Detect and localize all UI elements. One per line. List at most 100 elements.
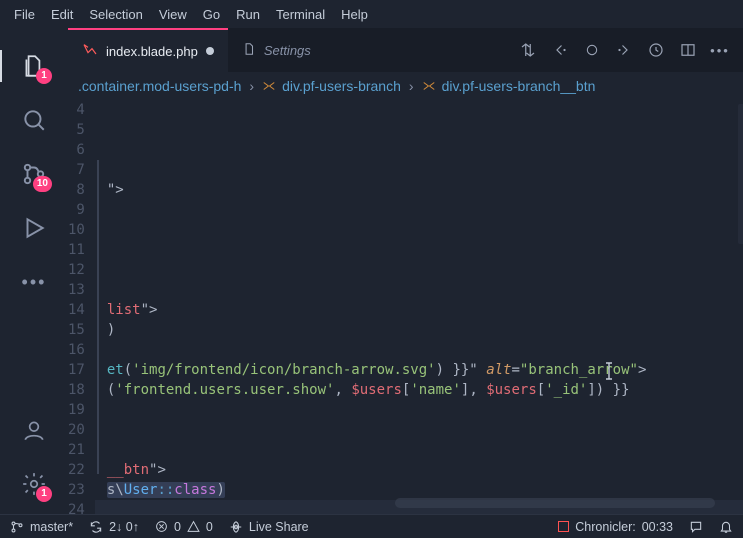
menu-file[interactable]: File [6,4,43,25]
code-line[interactable]: "> [95,180,743,200]
more-icon[interactable]: ••• [10,258,58,306]
line-number: 19 [68,400,85,420]
menu-run[interactable]: Run [228,4,268,25]
code-line[interactable] [95,200,743,220]
code-line[interactable]: ('frontend.users.user.show', $users['nam… [95,380,743,400]
line-number: 6 [68,140,85,160]
menu-terminal[interactable]: Terminal [268,4,333,25]
line-number: 22 [68,460,85,480]
sync-text: 2↓ 0↑ [109,520,139,534]
line-number: 4 [68,100,85,120]
crumb[interactable]: .container.mod-users-pd-h [78,78,241,94]
horizontal-scrollbar[interactable] [395,498,715,508]
tab-label: index.blade.php [106,44,198,59]
tab-bar: index.blade.php Settings ••• [68,28,743,72]
menu-help[interactable]: Help [333,4,376,25]
menu-go[interactable]: Go [195,4,228,25]
editor-actions: ••• [519,41,743,59]
minimap[interactable] [738,104,743,244]
code-line[interactable] [95,240,743,260]
code-line[interactable] [95,440,743,460]
chevron-right-icon: › [249,78,254,94]
indent-guide [97,160,99,474]
line-number: 18 [68,380,85,400]
account-icon[interactable] [10,406,58,454]
line-number: 10 [68,220,85,240]
tab-settings[interactable]: Settings [228,28,325,72]
sync-status[interactable]: 2↓ 0↑ [89,520,139,534]
git-branch[interactable]: master* [10,520,73,534]
breadcrumb[interactable]: .container.mod-users-pd-h › div.pf-users… [68,72,743,100]
circle-outline-icon[interactable] [583,41,601,59]
menu-bar: FileEditSelectionViewGoRunTerminalHelp [0,0,743,28]
code-line[interactable] [95,340,743,360]
record-icon [558,521,569,532]
dirty-indicator-icon [206,47,214,55]
code-line[interactable]: s\User::class) [95,480,743,500]
line-gutter: 4567891011121314151617181920212223242526… [68,100,95,514]
line-number: 14 [68,300,85,320]
crumb[interactable]: div.pf-users-branch__btn [442,78,596,94]
code-line[interactable] [95,400,743,420]
line-number: 23 [68,480,85,500]
feedback-icon[interactable] [689,520,703,534]
code-line[interactable]: et('img/frontend/icon/branch-arrow.svg')… [95,360,743,380]
crumb[interactable]: div.pf-users-branch [282,78,401,94]
code-editor[interactable]: 4567891011121314151617181920212223242526… [68,100,743,514]
source-control-icon[interactable]: 10 [10,150,58,198]
split-icon[interactable] [679,41,697,59]
code-area[interactable]: "> list">) et('img/frontend/icon/branch-ar… [95,100,743,514]
tab-index-blade[interactable]: index.blade.php [68,28,228,72]
search-icon[interactable] [10,96,58,144]
nav-back-icon[interactable] [551,41,569,59]
line-number: 11 [68,240,85,260]
last-edit-icon[interactable] [647,41,665,59]
code-line[interactable] [95,100,743,120]
line-number: 5 [68,120,85,140]
menu-view[interactable]: View [151,4,195,25]
line-number: 12 [68,260,85,280]
settings-badge: 1 [36,486,52,502]
line-number: 9 [68,200,85,220]
menu-edit[interactable]: Edit [43,4,81,25]
explorer-icon[interactable]: 1 [10,42,58,90]
code-line[interactable] [95,220,743,240]
tab-label: Settings [264,43,311,58]
code-line[interactable]: list"> [95,300,743,320]
code-line[interactable] [95,120,743,140]
liveshare-label: Live Share [249,520,309,534]
line-number: 20 [68,420,85,440]
line-number: 21 [68,440,85,460]
code-line[interactable] [95,140,743,160]
explorer-badge: 1 [36,68,52,84]
activity-bar: 1 10 ••• 1 [0,28,68,514]
tag-icon [422,79,436,93]
menu-selection[interactable]: Selection [81,4,150,25]
error-count: 0 [174,520,181,534]
code-line[interactable] [95,420,743,440]
status-bar: master* 2↓ 0↑ 0 0 Live Share Chronicler:… [0,514,743,538]
problems[interactable]: 0 0 [155,520,213,534]
run-debug-icon[interactable] [10,204,58,252]
code-line[interactable]: __btn"> [95,460,743,480]
settings-icon[interactable]: 1 [10,460,58,508]
compare-icon[interactable] [519,41,537,59]
line-number: 7 [68,160,85,180]
code-line[interactable] [95,260,743,280]
code-line[interactable] [95,280,743,300]
warning-count: 0 [206,520,213,534]
code-line[interactable] [95,160,743,180]
live-share[interactable]: Live Share [229,520,309,534]
laravel-icon [82,42,98,61]
more-icon[interactable]: ••• [711,41,729,59]
line-number: 16 [68,340,85,360]
chevron-right-icon: › [409,78,414,94]
code-line[interactable]: ) [95,320,743,340]
file-icon [242,42,256,59]
line-number: 15 [68,320,85,340]
text-cursor-icon [603,362,615,380]
chronicler[interactable]: Chronicler: 00:33 [558,520,673,534]
nav-forward-icon[interactable] [615,41,633,59]
bell-icon[interactable] [719,520,733,534]
chronicler-label: Chronicler: [575,520,635,534]
